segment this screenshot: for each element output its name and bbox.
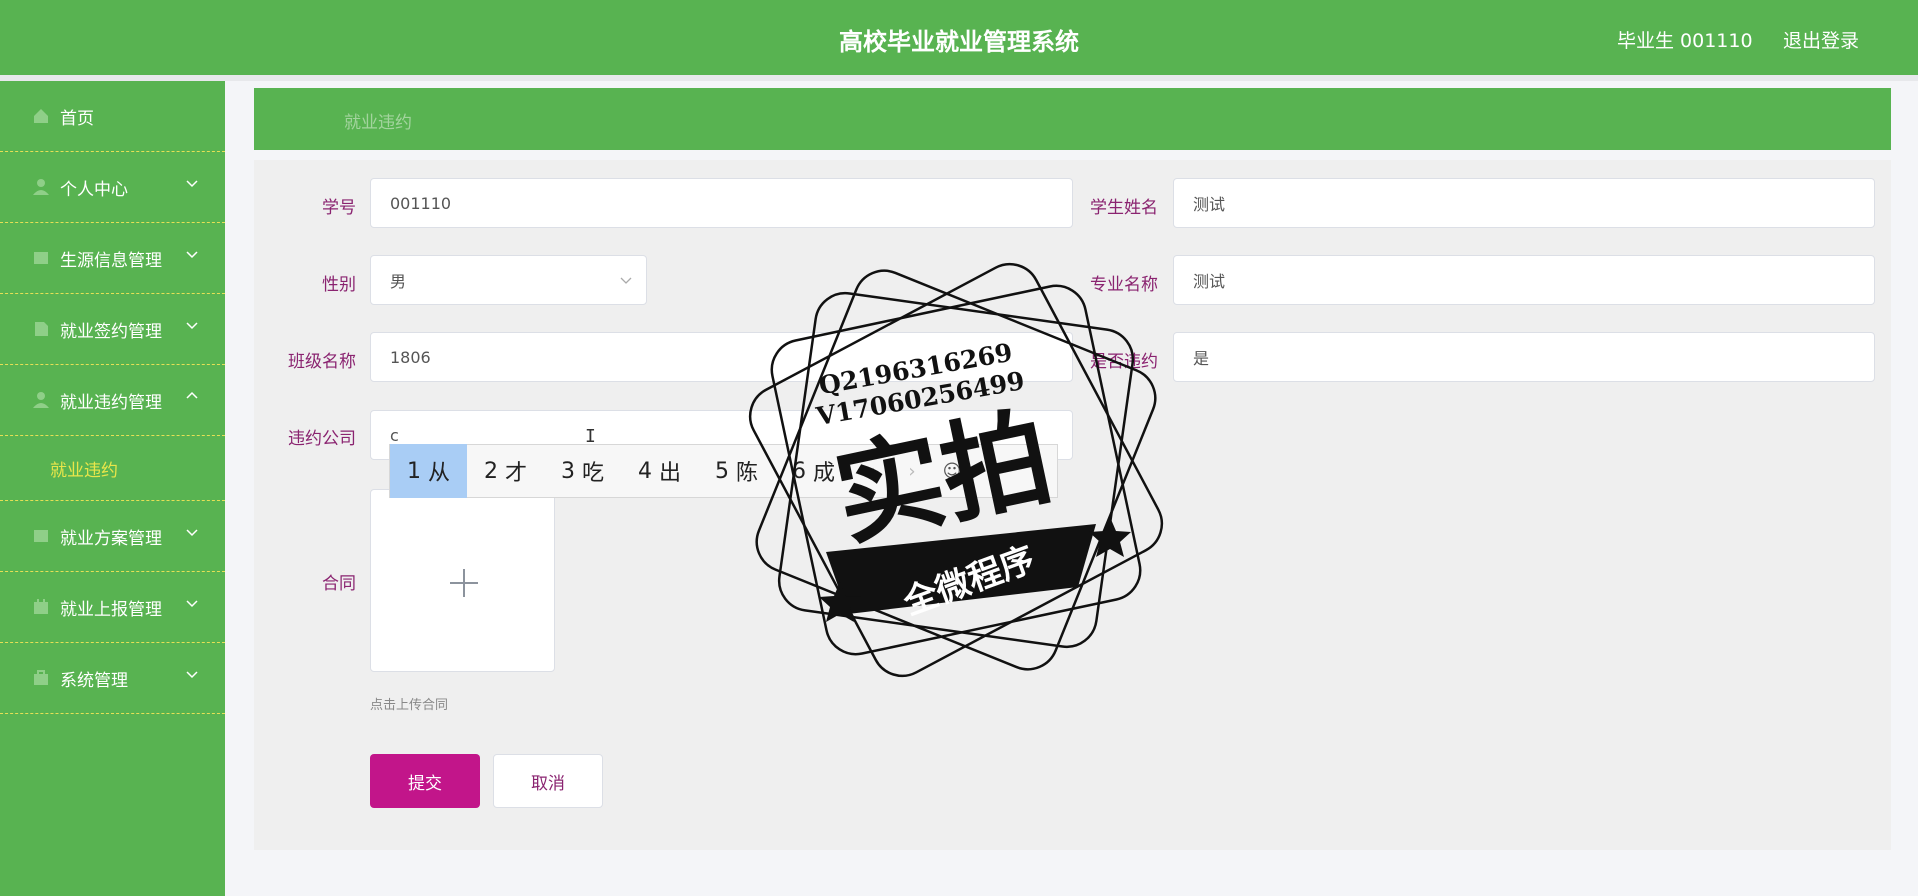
- sidebar-item-source-info[interactable]: 生源信息管理: [0, 223, 225, 294]
- sidebar-item-label: 生源信息管理: [60, 250, 162, 271]
- grid-icon: [30, 249, 52, 267]
- sidebar-item-label: 系统管理: [60, 670, 128, 691]
- ime-candidate[interactable]: 5 陈: [698, 444, 775, 498]
- sidebar-item-label: 个人中心: [60, 179, 128, 200]
- chevron-down-icon: [186, 600, 198, 608]
- grid-icon: [30, 527, 52, 545]
- top-navbar: 高校毕业就业管理系统 毕业生 001110 退出登录: [0, 0, 1918, 75]
- briefcase-icon: [30, 669, 52, 687]
- sidebar-item-home[interactable]: 首页: [0, 81, 225, 152]
- chevron-down-icon: [620, 277, 632, 284]
- sidebar-subitem-breach[interactable]: 就业违约: [0, 436, 225, 501]
- sidebar-item-report[interactable]: 就业上报管理: [0, 572, 225, 643]
- sidebar: 首页 个人中心 生源信息管理 就业签约管理 就业违约管理 就业违约 就业方案管理…: [0, 81, 225, 896]
- gender-label: 性别: [322, 275, 356, 295]
- sidebar-subitem-label: 就业违约: [50, 460, 118, 481]
- chevron-down-icon: [186, 529, 198, 537]
- sidebar-item-label: 就业上报管理: [60, 599, 162, 620]
- plus-icon: [450, 569, 478, 597]
- sidebar-item-breach[interactable]: 就业违约管理: [0, 365, 225, 436]
- ime-candidate[interactable]: 2 才: [467, 444, 544, 498]
- student-id-field[interactable]: 001110: [370, 178, 1073, 228]
- ime-candidate[interactable]: 3 吃: [544, 444, 621, 498]
- navbar-divider: [0, 75, 1918, 81]
- ime-candidate[interactable]: 4 出: [621, 444, 698, 498]
- ime-candidate-bar: 1 从 2 才 3 吃 4 出 5 陈 6 成 ‹ › ☺: [389, 444, 1058, 498]
- logout-link[interactable]: 退出登录: [1783, 26, 1859, 53]
- sidebar-item-signing[interactable]: 就业签约管理: [0, 294, 225, 365]
- cancel-button[interactable]: 取消: [493, 754, 603, 808]
- student-name-label: 学生姓名: [1090, 198, 1158, 218]
- user-icon: [30, 178, 52, 196]
- breadcrumb-current: 就业违约: [344, 113, 412, 133]
- chevron-down-icon: [186, 671, 198, 679]
- gender-select-value: 男: [390, 272, 407, 291]
- home-icon: [30, 107, 52, 125]
- sidebar-item-label: 首页: [60, 108, 94, 129]
- ime-prev-icon[interactable]: ‹: [852, 461, 892, 482]
- gender-select[interactable]: 男: [370, 255, 647, 305]
- sidebar-item-personal-center[interactable]: 个人中心: [0, 152, 225, 223]
- document-icon: [30, 320, 52, 338]
- contract-upload[interactable]: [370, 489, 555, 672]
- upload-hint: 点击上传合同: [370, 698, 449, 713]
- class-name-label: 班级名称: [288, 352, 356, 372]
- sidebar-item-label: 就业签约管理: [60, 321, 162, 342]
- user-icon: [30, 391, 52, 409]
- ime-next-icon[interactable]: ›: [892, 461, 932, 482]
- company-label: 违约公司: [288, 429, 356, 449]
- user-label: 毕业生 001110: [1617, 30, 1753, 52]
- chevron-down-icon: [186, 322, 198, 330]
- ime-emoji-icon[interactable]: ☺: [932, 461, 972, 482]
- student-id-label: 学号: [322, 198, 356, 218]
- submit-button[interactable]: 提交: [370, 754, 480, 808]
- chevron-down-icon: [186, 180, 198, 188]
- sidebar-item-label: 就业违约管理: [60, 392, 162, 413]
- student-name-field[interactable]: 测试: [1173, 178, 1875, 228]
- class-name-field[interactable]: 1806: [370, 332, 1073, 382]
- ime-candidate[interactable]: 6 成: [775, 444, 852, 498]
- chevron-up-icon: [186, 391, 198, 399]
- calendar-icon: [30, 598, 52, 616]
- sidebar-item-system[interactable]: 系统管理: [0, 643, 225, 714]
- contract-label: 合同: [322, 574, 356, 594]
- major-label: 专业名称: [1090, 275, 1158, 295]
- chevron-down-icon: [186, 251, 198, 259]
- breached-label: 是否违约: [1090, 352, 1158, 372]
- major-field[interactable]: 测试: [1173, 255, 1875, 305]
- ime-candidate[interactable]: 1 从: [390, 444, 467, 498]
- sidebar-item-label: 就业方案管理: [60, 528, 162, 549]
- breadcrumb: 就业违约: [254, 88, 1891, 150]
- breached-field[interactable]: 是: [1173, 332, 1875, 382]
- sidebar-item-plan[interactable]: 就业方案管理: [0, 501, 225, 572]
